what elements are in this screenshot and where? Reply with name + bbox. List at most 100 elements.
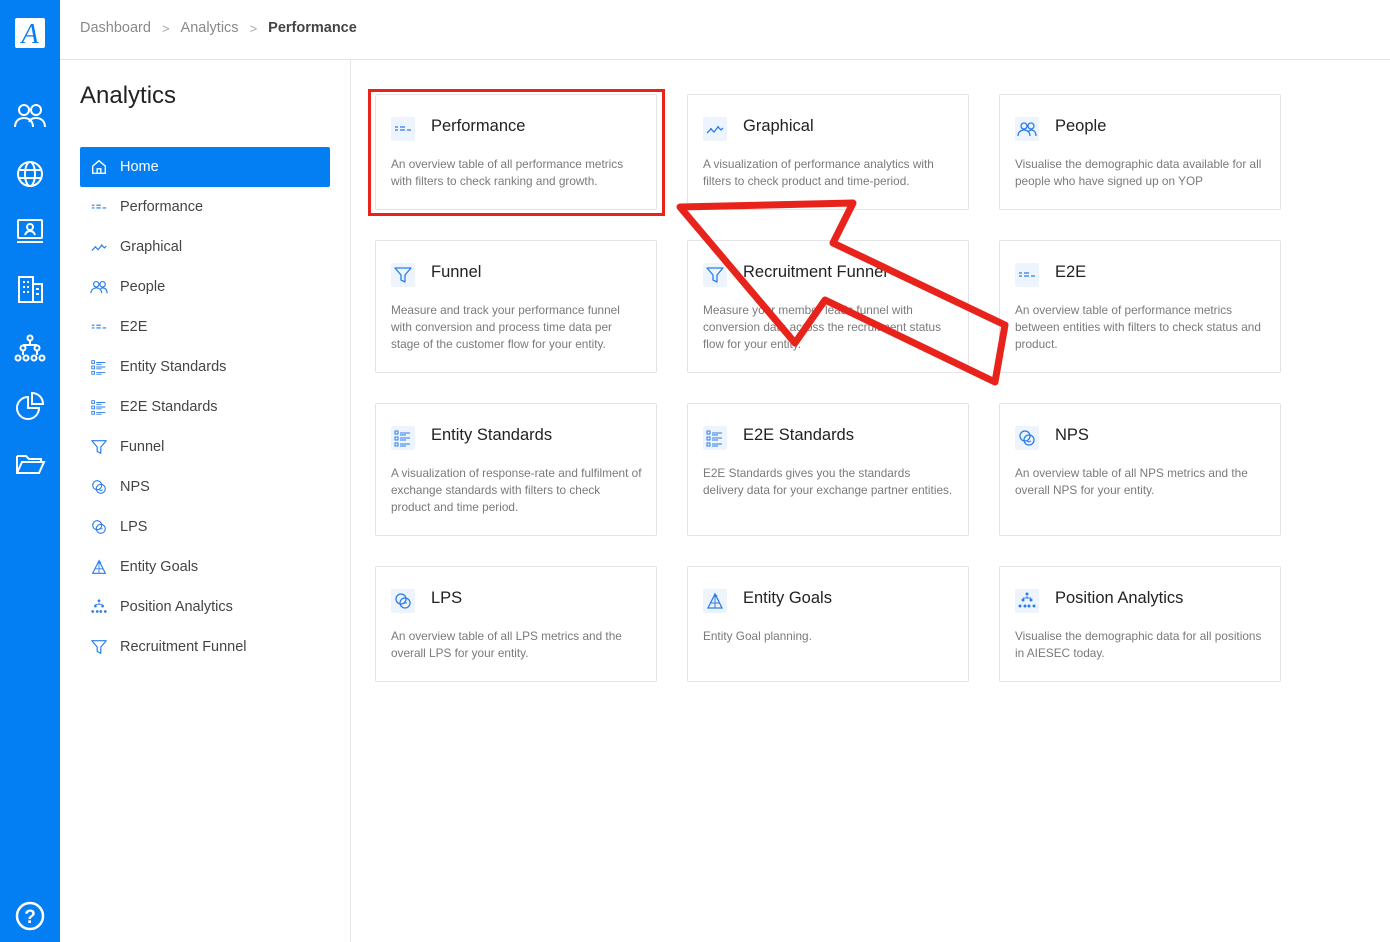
org-chart-icon[interactable] — [12, 330, 48, 366]
sidebar-item-label: Home — [120, 159, 159, 175]
card-title: E2E — [1055, 263, 1087, 281]
sidebar-item-label: Graphical — [120, 239, 183, 255]
card-title: Performance — [431, 117, 526, 135]
presentation-icon[interactable] — [12, 213, 48, 249]
people-icon — [1015, 117, 1039, 141]
analytics-card-e2e[interactable]: E2E An overview table of performance metr… — [999, 240, 1281, 373]
breadcrumb-dashboard[interactable]: Dashboard — [80, 20, 151, 36]
checklist-icon — [391, 426, 415, 450]
card-description: An overview table of performance metrics… — [1015, 303, 1261, 351]
card-title: E2E Standards — [743, 426, 854, 444]
goal-icon — [90, 558, 108, 576]
funnel-icon — [90, 438, 108, 456]
card-description: A visualization of performance analytics… — [703, 157, 934, 188]
funnel-icon — [703, 263, 727, 287]
table-lines-icon — [1015, 263, 1039, 287]
sidebar-item-label: Performance — [120, 199, 204, 215]
sidebar-item-label: People — [120, 279, 166, 295]
funnel-icon — [90, 638, 108, 656]
lps-icon — [90, 518, 108, 536]
card-title: Graphical — [743, 117, 814, 135]
sidebar-item-label: Recruitment Funnel — [120, 639, 247, 655]
sidebar-item-position-analytics[interactable]: Position Analytics — [80, 587, 330, 627]
sidebar-item-label: Entity Goals — [120, 559, 199, 575]
globe-icon[interactable] — [12, 156, 48, 192]
nps-icon — [90, 478, 108, 496]
sidebar-item-graphical[interactable]: Graphical — [80, 227, 330, 267]
card-title: Position Analytics — [1055, 589, 1184, 607]
card-title: People — [1055, 117, 1107, 135]
sidebar-item-label: Entity Standards — [120, 359, 227, 375]
card-description: A visualization of response-rate and ful… — [391, 466, 642, 514]
table-lines-icon — [90, 318, 108, 336]
breadcrumb-analytics[interactable]: Analytics — [181, 20, 239, 36]
card-description: An overview table of all LPS metrics and… — [391, 629, 622, 660]
nps-icon — [1015, 426, 1039, 450]
sidebar-item-label: Funnel — [120, 439, 165, 455]
top-bar: Dashboard > Analytics > Performance — [60, 0, 1390, 60]
table-lines-icon — [90, 198, 108, 216]
card-title: Entity Standards — [431, 426, 553, 444]
card-description: An overview table of all performance met… — [391, 157, 624, 188]
app-logo[interactable]: A — [15, 18, 45, 50]
card-description: Measure your member leads funnel with co… — [703, 303, 942, 351]
analytics-card-entity-standards[interactable]: Entity Standards A visualization of respo… — [375, 403, 657, 536]
analytics-card-people[interactable]: People Visualise the demographic data ava… — [999, 94, 1281, 210]
lps-icon — [391, 589, 415, 613]
breadcrumb-separator: > — [249, 20, 258, 36]
sidebar-item-label: LPS — [120, 519, 148, 535]
sidebar-item-entity-standards[interactable]: Entity Standards — [80, 347, 330, 387]
help-icon[interactable]: ? — [12, 898, 48, 934]
card-description: Visualise the demographic data for all p… — [1015, 629, 1262, 660]
folder-icon[interactable] — [12, 446, 48, 482]
sidebar-item-people[interactable]: People — [80, 267, 330, 307]
sidebar-item-label: E2E Standards — [120, 399, 218, 415]
breadcrumb: Dashboard > Analytics > Performance — [80, 20, 357, 36]
table-lines-icon — [391, 117, 415, 141]
app-rail: A ? — [0, 0, 60, 942]
sidebar-item-recruitment-funnel[interactable]: Recruitment Funnel — [80, 627, 330, 667]
sidebar-item-lps[interactable]: LPS — [80, 507, 330, 547]
card-title: Funnel — [431, 263, 482, 281]
sidebar-item-nps[interactable]: NPS — [80, 467, 330, 507]
sidebar-item-home[interactable]: Home — [80, 147, 330, 187]
card-description: Measure and track your performance funne… — [391, 303, 620, 351]
card-description: An overview table of all NPS metrics and… — [1015, 466, 1248, 497]
analytics-card-e2e-standards[interactable]: E2E Standards E2E Standards gives you the… — [687, 403, 969, 536]
checklist-icon — [90, 398, 108, 416]
org-chart-icon — [1015, 589, 1039, 613]
sidebar-item-performance[interactable]: Performance — [80, 187, 330, 227]
analytics-card-funnel[interactable]: Funnel Measure and track your performance… — [375, 240, 657, 373]
svg-text:?: ? — [24, 907, 36, 928]
line-graph-icon — [703, 117, 727, 141]
checklist-icon — [90, 358, 108, 376]
people-icon[interactable] — [12, 98, 48, 134]
checklist-icon — [703, 426, 727, 450]
card-description: Entity Goal planning. — [703, 629, 812, 643]
analytics-card-lps[interactable]: LPS An overview table of all LPS metrics … — [375, 566, 657, 682]
building-icon[interactable] — [12, 271, 48, 307]
analytics-card-graphical[interactable]: Graphical A visualization of performance … — [687, 94, 969, 210]
people-icon — [90, 278, 108, 296]
analytics-card-entity-goals[interactable]: Entity Goals Entity Goal planning. — [687, 566, 969, 682]
breadcrumb-separator: > — [161, 20, 170, 36]
analytics-card-nps[interactable]: NPS An overview table of all NPS metrics … — [999, 403, 1281, 536]
svg-text:A: A — [19, 19, 39, 48]
card-description: Visualise the demographic data available… — [1015, 157, 1262, 188]
analytics-card-position-analytics[interactable]: Position Analytics Visualise the demograp… — [999, 566, 1281, 682]
sidebar-item-e2e-standards[interactable]: E2E Standards — [80, 387, 330, 427]
sidebar-item-funnel[interactable]: Funnel — [80, 427, 330, 467]
analytics-sidenav: Analytics Home Performance Graphical People… — [60, 60, 351, 942]
sidenav-list: Home Performance Graphical People E2E Entity … — [80, 147, 330, 667]
sidebar-item-e2e[interactable]: E2E — [80, 307, 330, 347]
home-icon — [90, 158, 108, 176]
card-title: Entity Goals — [743, 589, 832, 607]
pie-chart-icon[interactable] — [12, 388, 48, 424]
sidebar-item-entity-goals[interactable]: Entity Goals — [80, 547, 330, 587]
line-graph-icon — [90, 238, 108, 256]
sidebar-item-label: E2E — [120, 319, 148, 335]
analytics-card-recruitment-funnel[interactable]: Recruitment Funnel Measure your member le… — [687, 240, 969, 373]
org-chart-icon — [90, 598, 108, 616]
analytics-card-performance[interactable]: Performance An overview table of all perf… — [375, 94, 657, 210]
goal-icon — [703, 589, 727, 613]
